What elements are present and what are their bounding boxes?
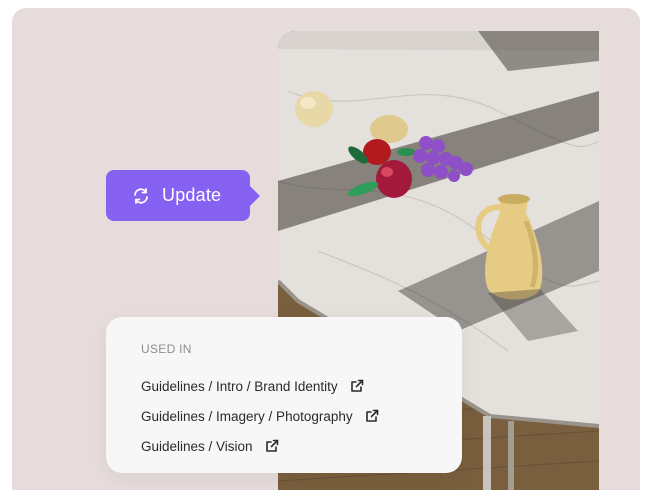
external-link-icon[interactable] [365,409,379,423]
refresh-icon [132,187,150,205]
used-in-heading: USED IN [141,342,192,356]
update-button[interactable]: Update [106,170,260,221]
external-link-icon[interactable] [265,439,279,453]
used-in-link-photography[interactable]: Guidelines / Imagery / Photography [141,401,462,431]
used-in-link-label: Guidelines / Intro / Brand Identity [141,378,338,394]
used-in-panel: USED IN Guidelines / Intro / Brand Ident… [106,317,462,473]
update-button-label: Update [162,185,222,205]
used-in-link-brand-identity[interactable]: Guidelines / Intro / Brand Identity [141,371,462,401]
used-in-link-vision[interactable]: Guidelines / Vision [141,431,462,461]
external-link-icon[interactable] [350,379,364,393]
used-in-link-label: Guidelines / Vision [141,438,253,454]
used-in-link-label: Guidelines / Imagery / Photography [141,408,353,424]
